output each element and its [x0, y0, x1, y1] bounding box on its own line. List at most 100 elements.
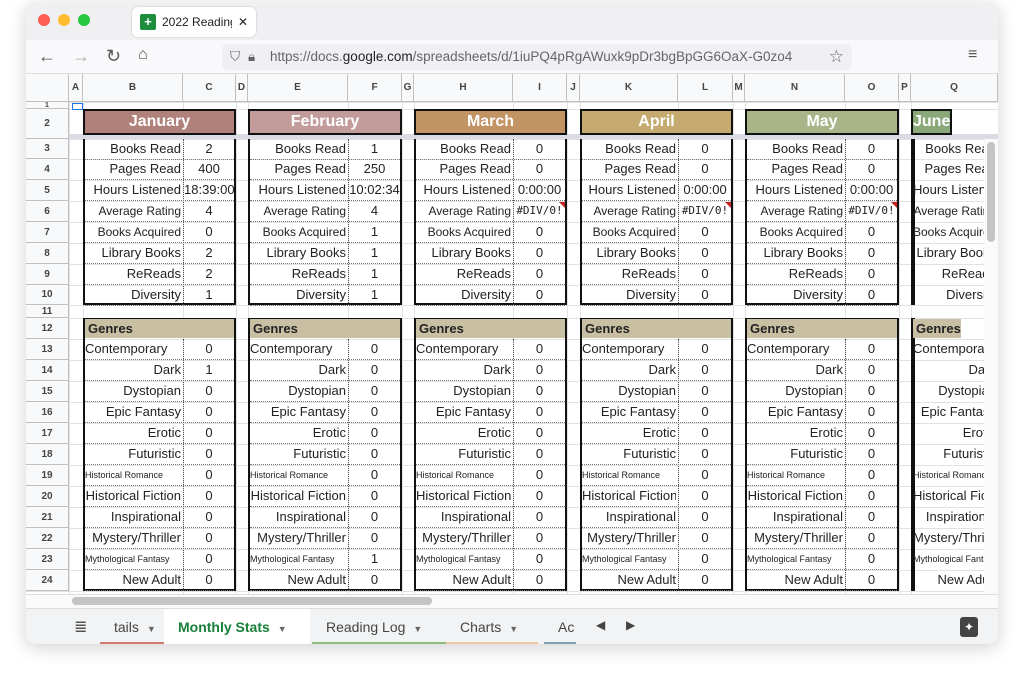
row-header[interactable]: 16: [26, 402, 69, 423]
genre-label[interactable]: Dystopian: [85, 381, 181, 401]
row-header[interactable]: 4: [26, 159, 69, 180]
stat-label[interactable]: ReReads: [582, 264, 676, 284]
genre-label[interactable]: Epic Fantasy: [416, 402, 511, 422]
month-header[interactable]: June: [911, 109, 953, 135]
stat-value[interactable]: 0: [846, 222, 897, 242]
row-header[interactable]: 13: [26, 339, 69, 360]
genre-label[interactable]: Mystery/Thriller: [582, 528, 676, 548]
genre-label[interactable]: Historical Romance: [747, 465, 843, 485]
genre-count[interactable]: 0: [184, 528, 234, 548]
genre-label[interactable]: Futuristic: [416, 444, 511, 464]
genre-label[interactable]: Epic Fantasy: [582, 402, 676, 422]
sheet-tab[interactable]: Charts ▼: [446, 609, 538, 644]
stat-value[interactable]: #DIV/0!: [679, 201, 731, 221]
genre-label[interactable]: Historical Romance: [250, 465, 346, 485]
stat-value[interactable]: 2: [184, 243, 234, 263]
stat-label[interactable]: Average Rating: [85, 201, 182, 221]
bookmark-star-icon[interactable]: ☆: [828, 44, 844, 70]
genre-count[interactable]: 0: [679, 381, 731, 401]
scroll-tabs-right-icon[interactable]: ▶: [626, 618, 635, 632]
stat-label[interactable]: ReReads: [416, 264, 511, 284]
menu-icon[interactable]: ≡: [968, 46, 977, 64]
stat-label[interactable]: Diversity: [582, 285, 676, 305]
row-header[interactable]: 2: [26, 109, 69, 139]
chevron-down-icon[interactable]: ▼: [413, 624, 422, 634]
genre-count[interactable]: 0: [846, 339, 897, 359]
stat-value[interactable]: #DIV/0!: [846, 201, 897, 221]
stat-label[interactable]: Books Acquired: [416, 222, 511, 242]
genre-count[interactable]: 0: [349, 486, 400, 506]
column-header[interactable]: H: [414, 74, 513, 102]
genre-label[interactable]: New Adult: [582, 570, 676, 590]
stat-value[interactable]: #DIV/0!: [514, 201, 565, 221]
genre-count[interactable]: 0: [846, 423, 897, 443]
genre-count[interactable]: 0: [184, 381, 234, 401]
column-header[interactable]: J: [567, 74, 580, 102]
month-header[interactable]: May: [745, 109, 899, 135]
sheet-tab[interactable]: Ac: [544, 609, 576, 644]
genre-label[interactable]: New Adult: [747, 570, 843, 590]
genre-count[interactable]: 0: [514, 381, 565, 401]
stat-value[interactable]: 0: [846, 243, 897, 263]
month-header[interactable]: April: [580, 109, 733, 135]
genre-count[interactable]: 0: [846, 360, 897, 380]
genre-label[interactable]: Mythological Fantasy: [416, 549, 511, 569]
genre-label[interactable]: Historical Fiction: [582, 486, 676, 506]
stat-label[interactable]: Books Acquired: [582, 222, 676, 242]
genre-count[interactable]: 0: [184, 549, 234, 569]
genre-count[interactable]: 0: [846, 528, 897, 548]
genre-label[interactable]: Erotic: [582, 423, 676, 443]
genre-label[interactable]: Contemporary: [582, 339, 676, 359]
genre-label[interactable]: Futuristic: [250, 444, 346, 464]
genre-count[interactable]: 0: [514, 339, 565, 359]
column-header[interactable]: G: [402, 74, 414, 102]
genre-label[interactable]: Epic Fantasy: [250, 402, 346, 422]
column-header[interactable]: A: [69, 74, 83, 102]
row-header[interactable]: 11: [26, 305, 69, 318]
all-sheets-icon[interactable]: ≣: [74, 617, 87, 637]
genre-label[interactable]: Dystopian: [747, 381, 843, 401]
genre-count[interactable]: 0: [679, 465, 731, 485]
genre-count[interactable]: 0: [184, 444, 234, 464]
stat-label[interactable]: Books Acquired: [250, 222, 346, 242]
sheet-tab[interactable]: Reading Log ▼: [312, 609, 446, 644]
column-header[interactable]: M: [733, 74, 745, 102]
genre-label[interactable]: Inspirational: [250, 507, 346, 527]
genre-label[interactable]: Dark: [582, 360, 676, 380]
stat-value[interactable]: 0: [679, 139, 731, 159]
stat-value[interactable]: 0: [846, 264, 897, 284]
row-header[interactable]: 14: [26, 360, 69, 381]
genre-label[interactable]: Historical Fiction: [416, 486, 511, 506]
genre-label[interactable]: Contemporary: [85, 339, 181, 359]
genre-count[interactable]: 0: [846, 402, 897, 422]
stat-label[interactable]: Library Books: [85, 243, 181, 263]
reload-icon[interactable]: ↻: [106, 46, 121, 67]
column-header[interactable]: I: [513, 74, 567, 102]
genre-label[interactable]: Mystery/Thriller: [416, 528, 511, 548]
column-header[interactable]: Q: [911, 74, 998, 102]
stat-value[interactable]: 10:02:34: [349, 180, 400, 200]
stat-label[interactable]: Diversity: [747, 285, 843, 305]
row-header[interactable]: 21: [26, 507, 69, 528]
genre-count[interactable]: 0: [846, 381, 897, 401]
genre-label[interactable]: Historical Fiction: [250, 486, 346, 506]
column-header[interactable]: N: [745, 74, 845, 102]
selected-cell[interactable]: [72, 103, 83, 110]
stat-value[interactable]: 0: [514, 222, 565, 242]
stat-value[interactable]: 1: [349, 285, 400, 305]
genre-label[interactable]: Futuristic: [747, 444, 843, 464]
column-header[interactable]: O: [845, 74, 899, 102]
genre-count[interactable]: 0: [679, 339, 731, 359]
stat-label[interactable]: Pages Read: [250, 159, 346, 179]
genre-label[interactable]: Dystopian: [250, 381, 346, 401]
column-header[interactable]: L: [678, 74, 733, 102]
genre-label[interactable]: Contemporary: [747, 339, 843, 359]
stat-label[interactable]: Library Books: [747, 243, 843, 263]
genre-count[interactable]: 0: [184, 570, 234, 590]
row-header[interactable]: 20: [26, 486, 69, 507]
month-header[interactable]: January: [83, 109, 236, 135]
horizontal-scrollbar[interactable]: [72, 597, 432, 605]
minimize-window-button[interactable]: [58, 14, 70, 26]
genre-count[interactable]: 0: [184, 402, 234, 422]
genre-count[interactable]: 0: [514, 423, 565, 443]
